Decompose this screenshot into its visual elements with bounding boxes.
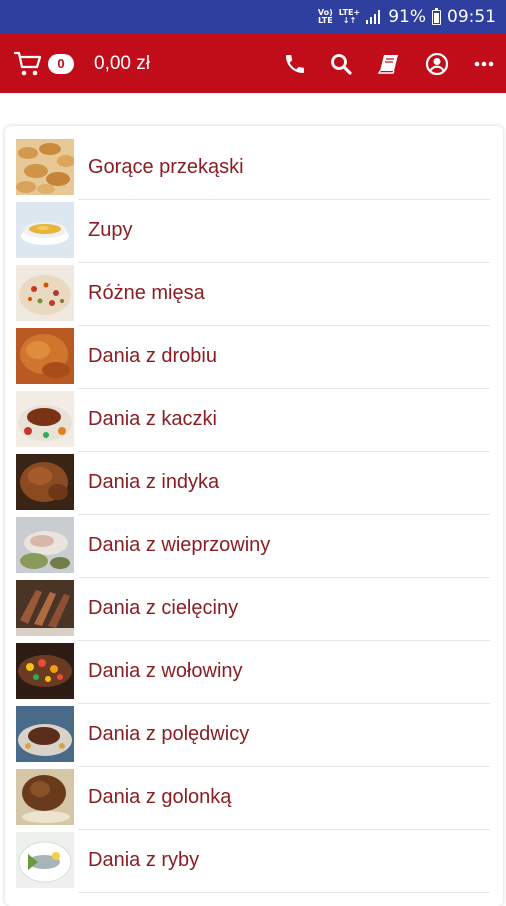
battery-icon xyxy=(432,7,441,25)
hot-snacks-thumbnail xyxy=(16,139,74,195)
account-icon[interactable] xyxy=(425,52,449,76)
turkey-thumbnail xyxy=(16,454,74,510)
fish-thumbnail xyxy=(16,832,74,888)
category-label: Dania z cielęciny xyxy=(88,597,239,619)
data-activity-label: ↓↑ xyxy=(342,16,357,25)
lte-label: LTE xyxy=(317,16,333,25)
list-item-duck[interactable]: Dania z kaczki xyxy=(16,389,490,452)
category-label: Dania z wołowiny xyxy=(88,660,243,682)
divider xyxy=(78,892,490,893)
category-label: Zupy xyxy=(88,219,133,241)
pork-knuckle-thumbnail xyxy=(16,769,74,825)
network-indicator: LTE+ ↓↑ xyxy=(339,9,360,25)
list-item-poultry[interactable]: Dania z drobiu xyxy=(16,326,490,389)
category-label: Różne mięsa xyxy=(88,282,205,304)
duck-thumbnail xyxy=(16,391,74,447)
cart-count-badge[interactable]: 0 xyxy=(48,54,74,74)
menu-book-icon[interactable] xyxy=(377,52,401,76)
status-bar: Vo) LTE LTE+ ↓↑ 91% 09:51 xyxy=(0,0,506,34)
list-item-pork[interactable]: Dania z wieprzowiny xyxy=(16,515,490,578)
clock: 09:51 xyxy=(447,7,496,27)
beef-thumbnail xyxy=(16,643,74,699)
soup-thumbnail xyxy=(16,202,74,258)
volte-indicator: Vo) LTE xyxy=(318,9,333,25)
list-item-fish[interactable]: Dania z ryby xyxy=(16,830,490,893)
list-item-hot-snacks[interactable]: Gorące przekąski xyxy=(16,137,490,200)
category-label: Dania z ryby xyxy=(88,849,200,871)
pork-thumbnail xyxy=(16,517,74,573)
signal-icon xyxy=(366,10,382,24)
veal-thumbnail xyxy=(16,580,74,636)
category-label: Dania z golonką xyxy=(88,786,232,808)
cart-total: 0,00 zł xyxy=(94,53,150,74)
tenderloin-thumbnail xyxy=(16,706,74,762)
list-item-tenderloin[interactable]: Dania z polędwicy xyxy=(16,704,490,767)
phone-icon[interactable] xyxy=(283,52,307,76)
app-bar: 0 0,00 zł xyxy=(0,34,506,93)
category-label: Dania z kaczki xyxy=(88,408,217,430)
category-label: Dania z indyka xyxy=(88,471,220,493)
list-item-soup[interactable]: Zupy xyxy=(16,200,490,263)
meats-thumbnail xyxy=(16,265,74,321)
list-item-veal[interactable]: Dania z cielęciny xyxy=(16,578,490,641)
category-label: Dania z drobiu xyxy=(88,345,217,367)
category-label: Dania z wieprzowiny xyxy=(88,534,271,556)
poultry-thumbnail xyxy=(16,328,74,384)
list-item-beef[interactable]: Dania z wołowiny xyxy=(16,641,490,704)
list-item-turkey[interactable]: Dania z indyka xyxy=(16,452,490,515)
list-item-meats[interactable]: Różne mięsa xyxy=(16,263,490,326)
battery-percent: 91% xyxy=(388,7,426,27)
more-icon[interactable] xyxy=(472,52,496,76)
cart-icon[interactable] xyxy=(13,51,42,77)
category-list: Gorące przekąski Zupy Różne mięsa Dania … xyxy=(5,126,503,906)
search-icon[interactable] xyxy=(329,52,353,76)
category-label: Dania z polędwicy xyxy=(88,723,250,745)
category-label: Gorące przekąski xyxy=(88,156,244,178)
list-item-pork-knuckle[interactable]: Dania z golonką xyxy=(16,767,490,830)
